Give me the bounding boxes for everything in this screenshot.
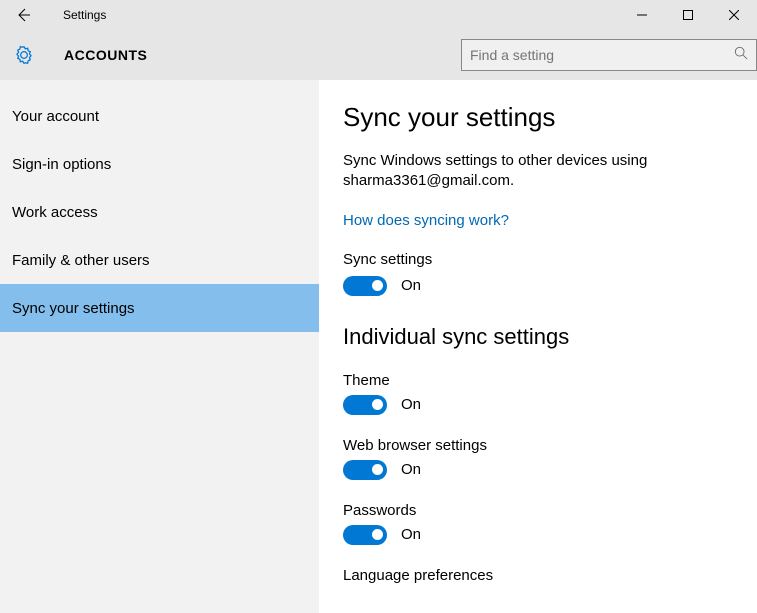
toggle-thumb [372, 280, 383, 291]
theme-toggle[interactable] [343, 395, 387, 415]
passwords-state: On [401, 526, 421, 543]
toggle-thumb [372, 529, 383, 540]
theme-label: Theme [343, 372, 733, 389]
search-box[interactable] [461, 39, 757, 71]
maximize-icon [683, 10, 693, 20]
window-controls [619, 0, 757, 30]
group-passwords: Passwords On [343, 502, 733, 545]
sidebar-item-work-access[interactable]: Work access [0, 188, 319, 236]
search-icon [734, 46, 748, 65]
web-browser-toggle-row: On [343, 460, 733, 480]
maximize-button[interactable] [665, 0, 711, 30]
language-label: Language preferences [343, 567, 733, 584]
sync-settings-toggle-row: On [343, 276, 733, 296]
theme-state: On [401, 396, 421, 413]
sync-settings-toggle[interactable] [343, 276, 387, 296]
gear-icon [12, 43, 36, 67]
titlebar: Settings [0, 0, 757, 30]
sidebar-item-your-account[interactable]: Your account [0, 92, 319, 140]
web-browser-label: Web browser settings [343, 437, 733, 454]
web-browser-state: On [401, 461, 421, 478]
passwords-toggle-row: On [343, 525, 733, 545]
page-heading: Sync your settings [343, 102, 733, 133]
minimize-icon [637, 10, 647, 20]
back-button[interactable] [8, 0, 38, 30]
web-browser-toggle[interactable] [343, 460, 387, 480]
close-icon [729, 10, 739, 20]
sidebar-item-label: Work access [12, 204, 98, 221]
body: Your account Sign-in options Work access… [0, 80, 757, 613]
group-language: Language preferences [343, 567, 733, 584]
minimize-button[interactable] [619, 0, 665, 30]
section-title: ACCOUNTS [64, 47, 147, 63]
group-web-browser: Web browser settings On [343, 437, 733, 480]
theme-toggle-row: On [343, 395, 733, 415]
search-input[interactable] [470, 47, 734, 63]
content: Sync your settings Sync Windows settings… [319, 80, 757, 613]
group-theme: Theme On [343, 372, 733, 415]
passwords-label: Passwords [343, 502, 733, 519]
close-button[interactable] [711, 0, 757, 30]
sidebar-item-family-users[interactable]: Family & other users [0, 236, 319, 284]
sidebar-item-sync-settings[interactable]: Sync your settings [0, 284, 319, 332]
back-arrow-icon [15, 7, 31, 23]
sidebar-item-signin-options[interactable]: Sign-in options [0, 140, 319, 188]
passwords-toggle[interactable] [343, 525, 387, 545]
sidebar: Your account Sign-in options Work access… [0, 80, 319, 613]
sidebar-item-label: Sign-in options [12, 156, 111, 173]
sidebar-item-label: Family & other users [12, 252, 150, 269]
sync-settings-state: On [401, 277, 421, 294]
sidebar-item-label: Sync your settings [12, 300, 135, 317]
sync-settings-label: Sync settings [343, 251, 733, 268]
toggle-thumb [372, 464, 383, 475]
header: ACCOUNTS [0, 30, 757, 80]
help-link[interactable]: How does syncing work? [343, 212, 509, 229]
toggle-thumb [372, 399, 383, 410]
page-description: Sync Windows settings to other devices u… [343, 151, 683, 192]
sidebar-item-label: Your account [12, 108, 99, 125]
individual-heading: Individual sync settings [343, 324, 733, 350]
window-title: Settings [63, 8, 106, 22]
